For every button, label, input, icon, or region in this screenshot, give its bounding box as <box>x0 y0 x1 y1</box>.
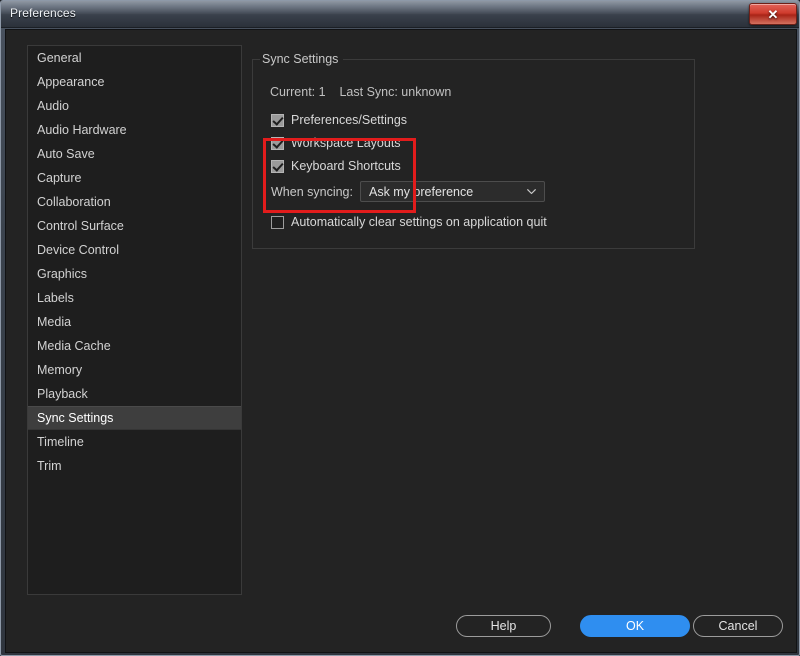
groupbox-title: Sync Settings <box>260 52 344 66</box>
sidebar-item-media[interactable]: Media <box>28 310 241 334</box>
help-button[interactable]: Help <box>456 615 551 637</box>
settings-panel: Sync Settings Current: 1 Last Sync: unkn… <box>252 45 777 595</box>
checkbox-label-keyboard-shortcuts: Keyboard Shortcuts <box>291 159 401 173</box>
checkbox-label-preferences-settings: Preferences/Settings <box>291 113 408 127</box>
sidebar-item-collaboration[interactable]: Collaboration <box>28 190 241 214</box>
close-button[interactable]: ✕ <box>749 3 797 25</box>
dialog-footer: Help OK Cancel <box>6 615 798 655</box>
sidebar-item-sync-settings[interactable]: Sync Settings <box>28 406 241 430</box>
sidebar-item-audio-hardware[interactable]: Audio Hardware <box>28 118 241 142</box>
sidebar-item-labels[interactable]: Labels <box>28 286 241 310</box>
sidebar-item-device-control[interactable]: Device Control <box>28 238 241 262</box>
checkbox-workspace-layouts[interactable] <box>271 136 284 150</box>
sidebar-item-memory[interactable]: Memory <box>28 358 241 382</box>
sidebar-item-control-surface[interactable]: Control Surface <box>28 214 241 238</box>
title-bar-gloss <box>1 1 799 14</box>
checkbox-auto-clear[interactable] <box>271 215 284 229</box>
category-list[interactable]: General Appearance Audio Audio Hardware Auto… <box>27 45 242 595</box>
title-bar[interactable]: Preferences ✕ <box>1 1 799 28</box>
checkbox-preferences-settings[interactable] <box>271 113 284 127</box>
sidebar-item-audio[interactable]: Audio <box>28 94 241 118</box>
checkbox-label-workspace-layouts: Workspace Layouts <box>291 136 401 150</box>
sidebar-item-media-cache[interactable]: Media Cache <box>28 334 241 358</box>
when-syncing-value: Ask my preference <box>368 184 474 199</box>
sidebar-item-auto-save[interactable]: Auto Save <box>28 142 241 166</box>
close-icon: ✕ <box>767 6 779 22</box>
cancel-button[interactable]: Cancel <box>693 615 783 637</box>
window-title: Preferences <box>10 6 76 20</box>
checkbox-row-auto-clear[interactable]: Automatically clear settings on applicat… <box>271 213 547 231</box>
checkbox-row-keyboard-shortcuts[interactable]: Keyboard Shortcuts <box>271 157 401 175</box>
checkbox-row-workspace-layouts[interactable]: Workspace Layouts <box>271 134 401 152</box>
checkbox-label-auto-clear: Automatically clear settings on applicat… <box>291 215 547 229</box>
preferences-window: Preferences ✕ General Appearance Audio Audi… <box>0 0 800 656</box>
ok-button[interactable]: OK <box>580 615 690 637</box>
sidebar-item-timeline[interactable]: Timeline <box>28 430 241 454</box>
sync-status-line: Current: 1 Last Sync: unknown <box>270 85 452 99</box>
sidebar-item-playback[interactable]: Playback <box>28 382 241 406</box>
sidebar-item-appearance[interactable]: Appearance <box>28 70 241 94</box>
when-syncing-row: When syncing: Ask my preference <box>271 181 545 202</box>
dialog-body: General Appearance Audio Audio Hardware Auto… <box>5 29 797 653</box>
chevron-down-icon <box>527 188 536 195</box>
checkbox-keyboard-shortcuts[interactable] <box>271 159 284 173</box>
when-syncing-select[interactable]: Ask my preference <box>359 181 545 202</box>
sidebar-item-graphics[interactable]: Graphics <box>28 262 241 286</box>
when-syncing-label: When syncing: <box>271 184 353 199</box>
checkbox-row-preferences-settings[interactable]: Preferences/Settings <box>271 111 407 129</box>
sidebar-item-capture[interactable]: Capture <box>28 166 241 190</box>
sidebar-item-trim[interactable]: Trim <box>28 454 241 478</box>
sidebar-item-general[interactable]: General <box>28 46 241 70</box>
